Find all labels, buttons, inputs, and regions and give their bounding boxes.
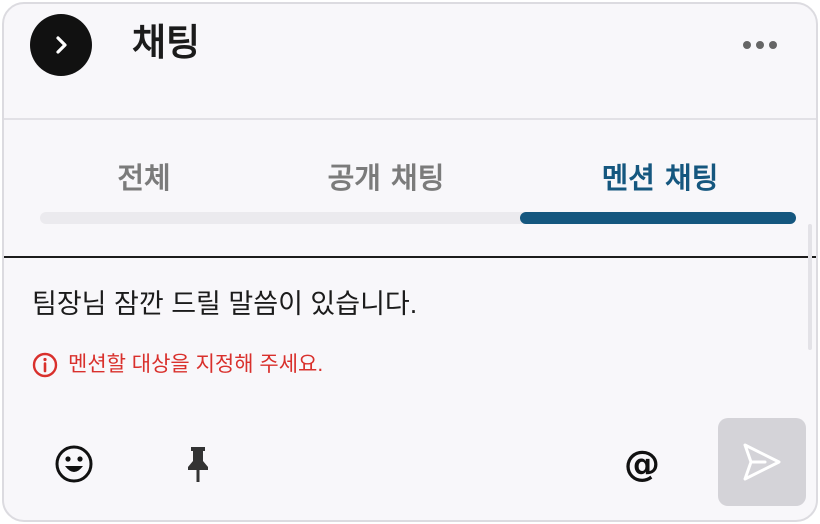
- chat-header: 채팅: [4, 4, 816, 120]
- pin-button[interactable]: [176, 442, 220, 486]
- info-circle-icon: [32, 352, 58, 378]
- page-title: 채팅: [132, 21, 201, 64]
- tab-active-indicator: [520, 212, 796, 224]
- tab-all[interactable]: 전체: [14, 158, 274, 198]
- tab-mention-chat[interactable]: 멘션 채팅: [530, 158, 790, 198]
- chevron-right-icon: [56, 36, 67, 54]
- tab-public-chat[interactable]: 공개 채팅: [256, 158, 516, 198]
- more-button[interactable]: [740, 30, 780, 60]
- emoji-button[interactable]: [52, 442, 96, 486]
- mention-button[interactable]: @: [618, 440, 666, 488]
- scrollbar[interactable]: [808, 224, 812, 350]
- send-icon: [743, 443, 781, 481]
- composer-divider: [4, 256, 816, 258]
- back-button[interactable]: [30, 14, 92, 76]
- emoji-icon: [55, 445, 93, 483]
- more-horizontal-icon: [743, 41, 777, 49]
- send-button[interactable]: [718, 418, 806, 506]
- pin-icon: [188, 447, 208, 482]
- tab-bar: 전체 공개 채팅 멘션 채팅: [4, 122, 816, 256]
- message-input[interactable]: 팀장님 잠깐 드릴 말씀이 있습니다.: [32, 284, 417, 324]
- error-message: 멘션할 대상을 지정해 주세요.: [32, 350, 323, 380]
- error-text: 멘션할 대상을 지정해 주세요.: [68, 353, 324, 376]
- chat-panel: 채팅 전체 공개 채팅 멘션 채팅 팀장님 잠깐 드릴 말씀이 있습니다. 멘션…: [2, 2, 818, 522]
